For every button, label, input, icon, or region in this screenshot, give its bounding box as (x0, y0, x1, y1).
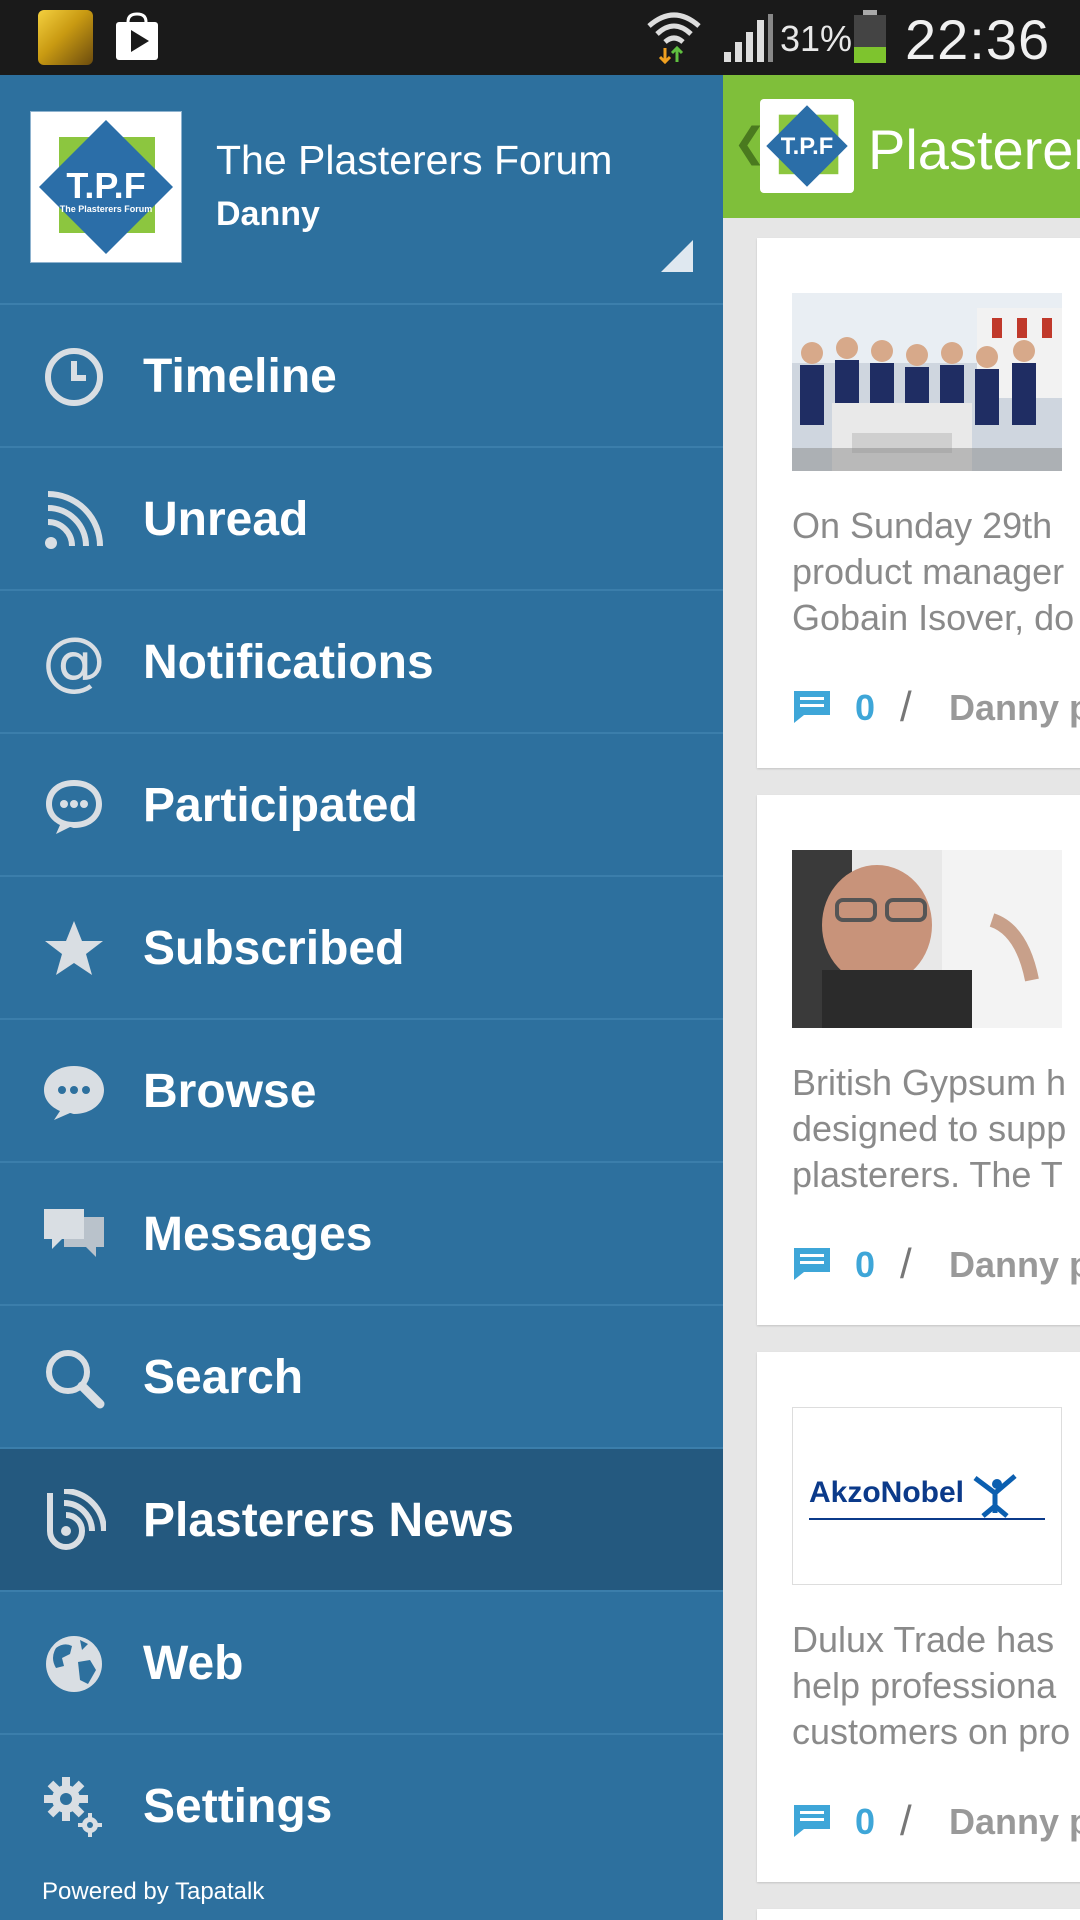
star-icon (45, 921, 103, 975)
menu-item-participated[interactable]: Participated (0, 734, 723, 877)
forum-name: The Plasterers Forum (216, 137, 613, 183)
menu-label: Search (143, 1351, 304, 1404)
news-feed-icon (47, 1489, 106, 1550)
menu-item-subscribed[interactable]: Subscribed (0, 877, 723, 1020)
screen-title: Plasterers News (868, 118, 1080, 181)
comment-icon (794, 1805, 830, 1837)
menu-label: Browse (143, 1065, 317, 1118)
news-excerpt: On Sunday 29th product manager Gobain Is… (792, 505, 1075, 638)
news-thumbnail (792, 293, 1062, 471)
svg-text:T.P.F: T.P.F (781, 133, 833, 160)
menu-item-web[interactable]: Web (0, 1592, 723, 1735)
menu-item-timeline[interactable]: Timeline (0, 305, 723, 448)
menu-label: Messages (143, 1208, 373, 1261)
menu-label: Notifications (143, 636, 434, 689)
gear-icon (44, 1777, 102, 1837)
meta-separator: / (900, 1797, 912, 1844)
news-card[interactable]: AkzoNobel Dulux Trade has help professio… (757, 1352, 1080, 1882)
akzonobel-logo-text: AkzoNobel (809, 1476, 965, 1509)
comment-count: 0 (855, 1244, 876, 1285)
meta-separator: / (900, 683, 912, 730)
news-excerpt: Dulux Trade has help professiona custome… (792, 1619, 1071, 1752)
comment-icon (794, 691, 830, 723)
account-switch-icon[interactable] (661, 240, 693, 272)
globe-icon (46, 1636, 102, 1692)
menu-label: Web (143, 1637, 244, 1690)
wifi-icon (647, 12, 701, 64)
news-content-panel: ❮ T.P.F Plasterers News (723, 75, 1080, 1920)
forum-logo-small[interactable]: T.P.F (760, 99, 854, 193)
signal-strength-icon (724, 14, 773, 62)
news-card[interactable]: British Gypsum h designed to supp plaste… (757, 795, 1080, 1325)
news-excerpt: British Gypsum h designed to supp plaste… (792, 1062, 1067, 1195)
comment-count: 0 (855, 1801, 876, 1842)
menu-label: Settings (143, 1780, 333, 1833)
menu-item-browse[interactable]: Browse (0, 1020, 723, 1163)
menu-label: Subscribed (143, 922, 405, 975)
search-icon (46, 1350, 105, 1409)
menu-label: Plasterers News (143, 1494, 514, 1547)
speech-bubble-icon (44, 1066, 104, 1120)
svg-text:@: @ (42, 631, 106, 695)
menu-label: Unread (143, 493, 309, 546)
status-bar: 31% 22:36 (0, 0, 1080, 75)
logo-text: T.P.F (66, 165, 145, 206)
messages-icon (44, 1209, 104, 1257)
navigation-drawer: T.P.F The Plasterers Forum The Plasterer… (0, 75, 723, 1920)
news-thumbnail: AkzoNobel (792, 1407, 1062, 1585)
news-card[interactable] (757, 1909, 1080, 1920)
menu-label: Timeline (143, 350, 337, 403)
menu-item-notifications[interactable]: @ Notifications (0, 591, 723, 734)
at-icon: @ (42, 631, 106, 695)
menu-item-settings[interactable]: Settings (0, 1735, 723, 1878)
news-thumbnail (792, 850, 1062, 1028)
author-name: Danny p (949, 1801, 1080, 1842)
akzonobel-figure-icon (973, 1474, 1017, 1518)
news-card[interactable]: On Sunday 29th product manager Gobain Is… (757, 238, 1080, 768)
drawer-menu: Timeline Unread @ Notifications Particip… (0, 305, 723, 1878)
app-notification-icon (38, 10, 93, 65)
menu-label: Participated (143, 779, 418, 832)
meta-separator: / (900, 1240, 912, 1287)
forum-logo: T.P.F The Plasterers Forum (30, 111, 182, 263)
menu-item-plasterers-news[interactable]: Plasterers News (0, 1449, 723, 1592)
battery-icon (854, 10, 886, 63)
clock-time: 22:36 (905, 8, 1051, 71)
user-name: Danny (216, 195, 320, 233)
logo-subtext: The Plasterers Forum (60, 204, 153, 214)
action-bar: ❮ T.P.F Plasterers News (723, 75, 1080, 218)
rss-icon (45, 491, 103, 549)
chat-bubble-icon (46, 780, 102, 834)
comment-icon (794, 1248, 830, 1280)
author-name: Danny p (949, 687, 1080, 728)
author-name: Danny p (949, 1244, 1080, 1285)
battery-percent: 31% (780, 18, 853, 59)
play-store-icon (116, 12, 158, 60)
clock-icon (45, 348, 103, 406)
powered-by-footer: Powered by Tapatalk (42, 1878, 265, 1905)
comment-count: 0 (855, 687, 876, 728)
menu-item-messages[interactable]: Messages (0, 1163, 723, 1306)
drawer-header[interactable]: T.P.F The Plasterers Forum The Plasterer… (0, 75, 723, 305)
menu-item-unread[interactable]: Unread (0, 448, 723, 591)
menu-item-search[interactable]: Search (0, 1306, 723, 1449)
